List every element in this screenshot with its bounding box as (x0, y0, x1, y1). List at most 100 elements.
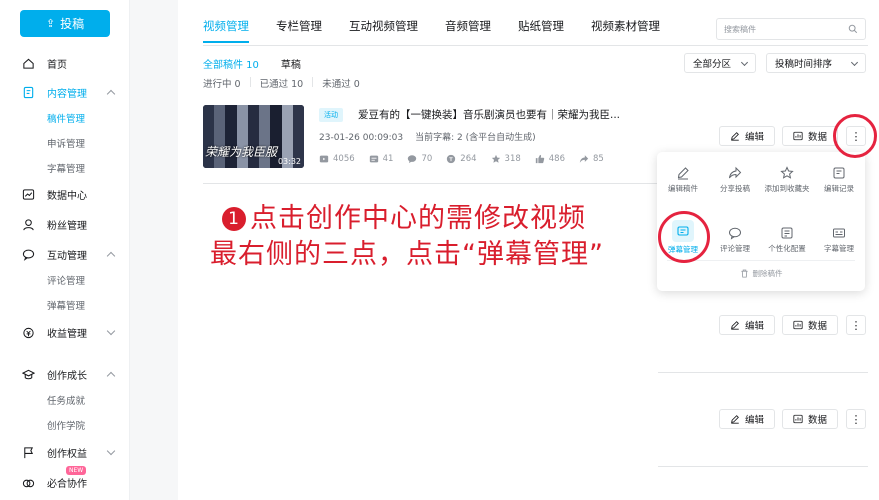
sidebar-item-label: 必合协作 (47, 479, 87, 490)
sort-select-value: 投稿时间排序 (775, 59, 833, 70)
sidebar-sub-comments[interactable]: 评论管理 (0, 267, 130, 292)
pencil-icon (731, 321, 739, 330)
sidebar-sub-appeals[interactable]: 申诉管理 (0, 130, 130, 155)
menu-add-favorite[interactable]: 添加到收藏夹 (761, 166, 813, 194)
sidebar-item-home[interactable]: 首页 (0, 50, 130, 77)
menu-edit-manuscript[interactable]: 编辑稿件 (657, 166, 709, 194)
tabs-divider (203, 45, 868, 46)
data-label: 数据 (807, 132, 827, 143)
tab-interactive-video[interactable]: 互动视频管理 (349, 18, 418, 43)
chart-icon (793, 131, 803, 141)
data-button[interactable]: 数据 (782, 409, 838, 429)
sidebar-item-fans[interactable]: 粉丝管理 (0, 212, 130, 237)
data-label: 数据 (807, 415, 827, 426)
data-button[interactable]: 数据 (782, 315, 838, 335)
tab-video-assets[interactable]: 视频素材管理 (591, 18, 660, 43)
sidebar-item-growth[interactable]: 创作成长 (0, 362, 130, 387)
play-icon (319, 155, 329, 163)
highlight-circle-more (833, 114, 877, 158)
trash-icon (740, 269, 748, 278)
sidebar-item-label: 创作成长 (47, 371, 87, 382)
edit-label: 编辑 (744, 321, 764, 332)
sidebar-nav: 首页 内容管理 稿件管理 申诉管理 字幕管理 数据中心 粉丝管理 互动管理 评论… (0, 50, 130, 495)
sidebar-sub-subtitles[interactable]: 字幕管理 (0, 155, 130, 180)
upload-icon: ⇪ (45, 17, 56, 30)
menu-share[interactable]: 分享投稿 (709, 166, 761, 194)
upload-label: 投稿 (60, 17, 85, 31)
sidebar-item-interaction[interactable]: 互动管理 (0, 242, 130, 267)
highlight-circle-danmaku (658, 211, 710, 263)
menu-edit-history[interactable]: 编辑记录 (813, 166, 865, 194)
share-icon (579, 155, 589, 163)
stat-coins: 264 (446, 154, 477, 164)
more-button[interactable]: ⋮ (846, 409, 866, 429)
tab-stickers[interactable]: 贴纸管理 (518, 18, 564, 43)
comment-icon (729, 227, 741, 240)
stat-comments: 70 (407, 154, 432, 164)
coop-icon (22, 476, 35, 489)
menu-comment-management[interactable]: 评论管理 (709, 226, 761, 254)
filter-draft[interactable]: 草稿 (281, 56, 301, 71)
zone-select-value: 全部分区 (693, 59, 732, 70)
stat-danmaku: 41 (369, 154, 393, 164)
edit-button[interactable]: 编辑 (719, 315, 775, 335)
thumbnail-title: 荣耀为我臣服 (205, 145, 278, 159)
video-title[interactable]: 爱豆有的【一键换装】音乐剧演员也要有｜荣耀为我臣... (358, 107, 620, 122)
stat-likes: 486 (535, 154, 565, 164)
tab-bar: 视频管理 专栏管理 互动视频管理 音频管理 贴纸管理 视频素材管理 (203, 18, 687, 43)
chevron-up-icon (106, 371, 116, 381)
tab-audio[interactable]: 音频管理 (445, 18, 491, 43)
menu-personalization[interactable]: 个性化配置 (761, 226, 813, 254)
search-placeholder: 搜索稿件 (724, 24, 756, 34)
sidebar-item-cooperation[interactable]: 必合协作 NEW (0, 466, 130, 495)
zone-select[interactable]: 全部分区 (684, 53, 756, 73)
search-input[interactable]: 搜索稿件 (716, 18, 866, 40)
edit-button[interactable]: 编辑 (719, 126, 775, 146)
flag-icon (22, 446, 35, 459)
annotation-line-1: 1 点击创作中心的需修改视频 (222, 196, 586, 235)
activity-tag: 活动 (319, 108, 343, 122)
menu-delete[interactable]: 删除稿件 (657, 268, 865, 279)
sidebar-item-revenue[interactable]: 收益管理 (0, 320, 130, 345)
sidebar-item-label: 首页 (47, 60, 67, 71)
edit-button[interactable]: 编辑 (719, 409, 775, 429)
more-button[interactable]: ⋮ (846, 315, 866, 335)
sidebar-sub-manuscripts[interactable]: 稿件管理 (0, 105, 130, 130)
sidebar-item-rights[interactable]: 创作权益 (0, 440, 130, 465)
sidebar-item-label: 数据中心 (47, 191, 87, 202)
data-button[interactable]: 数据 (782, 126, 838, 146)
filter-all[interactable]: 全部稿件 10 (203, 56, 259, 71)
publish-date: 23-01-26 00:09:03 (319, 133, 404, 143)
chevron-down-icon (740, 58, 749, 67)
sidebar-sub-danmaku[interactable]: 弹幕管理 (0, 292, 130, 317)
sidebar-item-data[interactable]: 数据中心 (0, 182, 130, 207)
tab-article[interactable]: 专栏管理 (276, 18, 322, 43)
sidebar-item-label: 内容管理 (47, 89, 87, 100)
sort-select[interactable]: 投稿时间排序 (766, 53, 866, 73)
row-divider (658, 466, 868, 467)
chart-icon (22, 188, 35, 201)
row-divider (658, 372, 868, 373)
chevron-down-icon (106, 446, 116, 456)
star-icon (780, 166, 794, 179)
menu-subtitle-management[interactable]: 字幕管理 (813, 226, 865, 254)
filter-not-passed[interactable]: 未通过 0 (322, 76, 360, 90)
row-divider (203, 183, 678, 184)
coin-icon (447, 154, 456, 164)
filter-passed[interactable]: 已通过 10 (260, 76, 304, 90)
sidebar-sub-academy[interactable]: 创作学院 (0, 412, 130, 437)
chevron-up-icon (106, 89, 116, 99)
chevron-down-icon (106, 326, 116, 336)
filter-in-progress[interactable]: 进行中 0 (203, 76, 241, 90)
new-badge: NEW (66, 466, 87, 475)
tab-video[interactable]: 视频管理 (203, 18, 249, 43)
edit-label: 编辑 (744, 132, 764, 143)
sidebar-item-content[interactable]: 内容管理 (0, 80, 130, 105)
upload-button[interactable]: ⇪ 投稿 (20, 10, 110, 37)
user-icon (22, 218, 35, 231)
status-filter: 全部稿件 10 草稿 (203, 56, 323, 71)
step-number: 1 (222, 207, 246, 231)
share-icon (729, 166, 742, 179)
sidebar-sub-tasks[interactable]: 任务成就 (0, 387, 130, 412)
video-thumbnail[interactable]: 荣耀为我臣服 03:32 (203, 105, 304, 168)
